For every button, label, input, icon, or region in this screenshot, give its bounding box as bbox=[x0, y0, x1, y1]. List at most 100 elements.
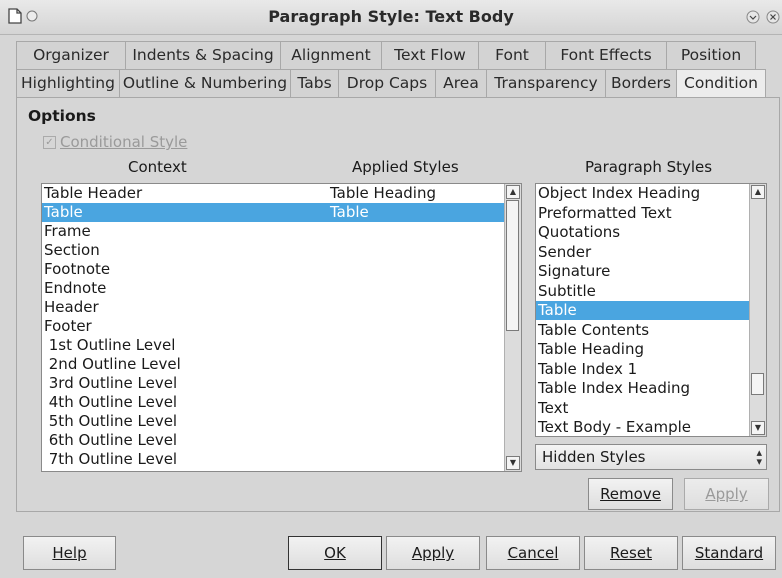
paragraph-style-item[interactable]: Table Heading bbox=[536, 340, 752, 359]
spin-arrows-icon: ▴ ▾ bbox=[756, 446, 762, 468]
paragraph-style-item[interactable]: Table Index Heading bbox=[536, 379, 752, 398]
paragraph-list-scrollbar[interactable]: ▲ ▼ bbox=[749, 184, 766, 436]
paragraph-style-item[interactable]: Table Index 1 bbox=[536, 360, 752, 379]
cancel-label: Cancel bbox=[507, 544, 559, 562]
tab-borders[interactable]: Borders bbox=[605, 69, 677, 97]
paragraph-styles-list[interactable]: Text Body - Example Text Table Index Headi… bbox=[535, 183, 767, 437]
apply-condition-label: Apply bbox=[705, 485, 748, 503]
conditional-style-checkbox[interactable]: ✓ Conditional Style bbox=[43, 133, 187, 151]
window-title: Paragraph Style: Text Body bbox=[268, 7, 514, 26]
scroll-thumb[interactable] bbox=[506, 200, 519, 331]
close-icon[interactable] bbox=[766, 10, 780, 24]
context-cell: 6th Outline Level bbox=[44, 431, 178, 449]
context-cell: Section bbox=[44, 241, 100, 259]
standard-button[interactable]: Standard bbox=[682, 536, 776, 570]
remove-button[interactable]: Remove bbox=[588, 478, 673, 510]
applied-style-cell: Table bbox=[330, 203, 369, 221]
chevron-down-icon[interactable] bbox=[746, 10, 760, 24]
paragraph-style-item[interactable]: Subtitle bbox=[536, 282, 752, 301]
standard-label: Standard bbox=[694, 544, 764, 562]
context-cell: Header bbox=[44, 298, 99, 316]
context-cell: Table Header bbox=[44, 184, 143, 202]
tab-area[interactable]: Area bbox=[435, 69, 487, 97]
apply-button[interactable]: Apply bbox=[386, 536, 480, 570]
context-row[interactable]: Footnote bbox=[42, 260, 505, 279]
cancel-button[interactable]: Cancel bbox=[486, 536, 580, 570]
paragraph-style-item[interactable]: Object Index Heading bbox=[536, 184, 752, 203]
context-cell: Footer bbox=[44, 317, 92, 335]
scroll-up-icon[interactable]: ▲ bbox=[751, 185, 765, 199]
tab-alignment[interactable]: Alignment bbox=[280, 41, 382, 69]
context-cell: 4th Outline Level bbox=[44, 393, 178, 411]
scroll-down-icon[interactable]: ▼ bbox=[751, 421, 765, 435]
tab-position[interactable]: Position bbox=[666, 41, 756, 69]
tab-tabs[interactable]: Tabs bbox=[290, 69, 339, 97]
paragraph-style-item[interactable]: Table bbox=[536, 301, 752, 320]
context-row[interactable]: Footer bbox=[42, 317, 505, 336]
paragraph-styles-label: Paragraph Styles bbox=[585, 158, 713, 176]
paragraph-style-item[interactable]: Signature bbox=[536, 262, 752, 281]
context-cell: 3rd Outline Level bbox=[44, 374, 178, 392]
context-column-header: Context bbox=[128, 158, 187, 176]
tab-row-bottom: Highlighting Outline & Numbering Tabs Drop … bbox=[16, 69, 766, 97]
tab-font[interactable]: Font bbox=[478, 41, 546, 69]
context-cell: 5th Outline Level bbox=[44, 412, 178, 430]
context-row[interactable]: Header bbox=[42, 298, 505, 317]
context-row[interactable]: Table Table bbox=[42, 203, 505, 222]
style-filter-value: Hidden Styles bbox=[542, 448, 646, 466]
context-cell: Endnote bbox=[44, 279, 107, 297]
context-list[interactable]: 8th Outline Level 7th Outline Level 6th … bbox=[41, 183, 522, 472]
tab-outline-numbering[interactable]: Outline & Numbering bbox=[119, 69, 291, 97]
context-row[interactable]: 6th Outline Level bbox=[42, 431, 505, 450]
help-button[interactable]: Help bbox=[23, 536, 116, 570]
context-cell: Table bbox=[44, 203, 83, 221]
tab-indents-spacing[interactable]: Indents & Spacing bbox=[125, 41, 281, 69]
tab-transparency[interactable]: Transparency bbox=[486, 69, 606, 97]
apply-condition-button[interactable]: Apply bbox=[684, 478, 769, 510]
tab-organizer[interactable]: Organizer bbox=[16, 41, 126, 69]
condition-panel: Options ✓ Conditional Style Context Appli… bbox=[16, 97, 780, 512]
checkbox-icon: ✓ bbox=[43, 136, 56, 149]
paragraph-style-item[interactable]: Text Body - Example bbox=[536, 418, 752, 436]
context-row[interactable]: Section bbox=[42, 241, 505, 260]
tab-drop-caps[interactable]: Drop Caps bbox=[338, 69, 436, 97]
paragraph-style-item[interactable]: Sender bbox=[536, 243, 752, 262]
apply-label: Apply bbox=[411, 544, 455, 562]
scroll-thumb[interactable] bbox=[751, 373, 764, 395]
paragraph-style-item[interactable]: Preformatted Text bbox=[536, 204, 752, 223]
help-label: Help bbox=[52, 544, 87, 562]
context-row[interactable]: Table Header Table Heading bbox=[42, 184, 505, 203]
context-list-scrollbar[interactable]: ▲ ▼ bbox=[504, 184, 521, 471]
context-row[interactable]: 5th Outline Level bbox=[42, 412, 505, 431]
tab-highlighting[interactable]: Highlighting bbox=[16, 69, 120, 97]
ok-button[interactable]: OK bbox=[288, 536, 382, 570]
context-row[interactable]: 1st Outline Level bbox=[42, 336, 505, 355]
scroll-down-icon[interactable]: ▼ bbox=[506, 456, 520, 470]
tab-font-effects[interactable]: Font Effects bbox=[545, 41, 667, 69]
ok-label: OK bbox=[324, 544, 346, 562]
tab-text-flow[interactable]: Text Flow bbox=[381, 41, 479, 69]
context-row[interactable]: 3rd Outline Level bbox=[42, 374, 505, 393]
context-cell: 2nd Outline Level bbox=[44, 355, 181, 373]
reset-label: Reset bbox=[610, 544, 652, 562]
context-row[interactable]: 4th Outline Level bbox=[42, 393, 505, 412]
paragraph-style-item[interactable]: Quotations bbox=[536, 223, 752, 242]
paragraph-style-item[interactable]: Text bbox=[536, 399, 752, 418]
context-cell: 7th Outline Level bbox=[44, 450, 178, 468]
context-cell: Footnote bbox=[44, 260, 111, 278]
paragraph-style-item[interactable]: Table Contents bbox=[536, 321, 752, 340]
context-row[interactable]: 7th Outline Level bbox=[42, 450, 505, 469]
context-row[interactable]: Frame bbox=[42, 222, 505, 241]
scroll-up-icon[interactable]: ▲ bbox=[506, 185, 520, 199]
context-cell: Frame bbox=[44, 222, 91, 240]
context-row[interactable]: 2nd Outline Level bbox=[42, 355, 505, 374]
options-heading: Options bbox=[28, 107, 96, 125]
reset-button[interactable]: Reset bbox=[584, 536, 678, 570]
tab-condition[interactable]: Condition bbox=[676, 69, 766, 97]
applied-styles-column-header: Applied Styles bbox=[352, 158, 459, 176]
context-row[interactable]: Endnote bbox=[42, 279, 505, 298]
context-cell: 8th Outline Level bbox=[44, 469, 177, 471]
context-row[interactable]: 8th Outline Level bbox=[42, 469, 505, 471]
title-bar: Paragraph Style: Text Body bbox=[0, 0, 782, 35]
style-filter-select[interactable]: Hidden Styles ▴ ▾ bbox=[535, 444, 767, 470]
